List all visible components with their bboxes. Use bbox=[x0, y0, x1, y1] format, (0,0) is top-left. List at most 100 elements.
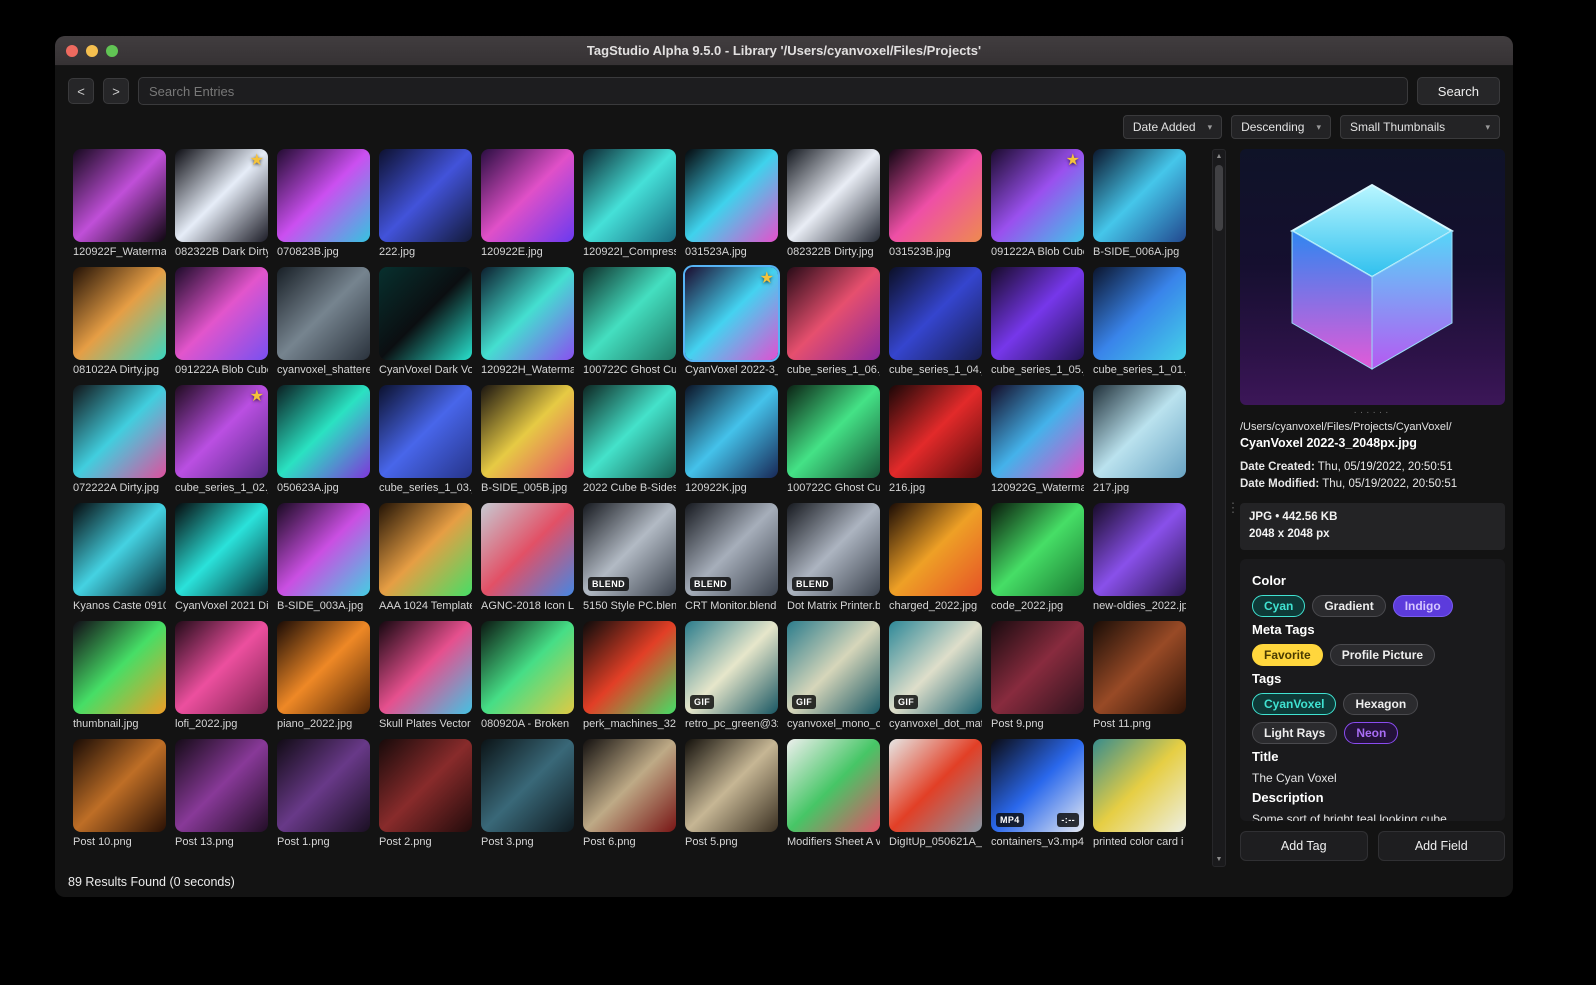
grid-item[interactable]: BLEND Dot Matrix Printer.b bbox=[787, 503, 880, 621]
grid-item[interactable]: Post 11.png bbox=[1093, 621, 1186, 739]
grid-item[interactable]: cube_series_1_06.j bbox=[787, 267, 880, 385]
tag-pill[interactable]: Indigo bbox=[1392, 595, 1453, 618]
thumbnail[interactable] bbox=[1093, 385, 1186, 478]
scrollbar-thumb[interactable] bbox=[1215, 165, 1223, 231]
thumbnail[interactable]: ★ bbox=[991, 149, 1084, 242]
tag-pill[interactable]: CyanVoxel bbox=[1252, 693, 1337, 716]
thumbnail[interactable] bbox=[787, 739, 880, 832]
grid-item[interactable]: cyanvoxel_shattere bbox=[277, 267, 370, 385]
tag-pill[interactable]: Favorite bbox=[1252, 644, 1323, 667]
thumbnail[interactable]: GIF bbox=[787, 621, 880, 714]
grid-item[interactable]: DigItUp_050621A_ bbox=[889, 739, 982, 857]
grid-item[interactable]: B-SIDE_005B.jpg bbox=[481, 385, 574, 503]
tag-pill[interactable]: Profile Picture bbox=[1329, 644, 1436, 667]
tag-pill[interactable]: Light Rays bbox=[1252, 722, 1338, 745]
grid-item[interactable]: CyanVoxel Dark Vox bbox=[379, 267, 472, 385]
forward-button[interactable]: > bbox=[103, 78, 129, 104]
thumbnail[interactable] bbox=[277, 621, 370, 714]
grid-item[interactable]: CyanVoxel 2021 Dis bbox=[175, 503, 268, 621]
grid-item[interactable]: 081022A Dirty.jpg bbox=[73, 267, 166, 385]
grid-item[interactable]: 222.jpg bbox=[379, 149, 472, 267]
grid-item[interactable]: B-SIDE_006A.jpg bbox=[1093, 149, 1186, 267]
grid-item[interactable]: charged_2022.jpg bbox=[889, 503, 982, 621]
thumbnail[interactable]: BLEND bbox=[685, 503, 778, 596]
thumbnail[interactable] bbox=[583, 385, 676, 478]
grid-item[interactable]: piano_2022.jpg bbox=[277, 621, 370, 739]
thumbnail[interactable] bbox=[991, 621, 1084, 714]
grid-item[interactable]: 120922H_Waterma bbox=[481, 267, 574, 385]
grid-item[interactable]: 100722C Ghost Cu bbox=[583, 267, 676, 385]
add-field-button[interactable]: Add Field bbox=[1377, 831, 1505, 861]
scroll-up-arrow-icon[interactable]: ▲ bbox=[1216, 150, 1223, 163]
thumbnail[interactable] bbox=[379, 739, 472, 832]
grid-item[interactable]: AGNC-2018 Icon Lo bbox=[481, 503, 574, 621]
thumbnail[interactable] bbox=[277, 503, 370, 596]
thumbnail[interactable] bbox=[889, 149, 982, 242]
thumbnail[interactable] bbox=[379, 267, 472, 360]
thumbnail[interactable] bbox=[175, 503, 268, 596]
thumbnail[interactable] bbox=[277, 267, 370, 360]
grid-item[interactable]: ★ CyanVoxel 2022-3_ bbox=[685, 267, 778, 385]
grid-item[interactable]: AAA 1024 Template bbox=[379, 503, 472, 621]
thumbnail[interactable] bbox=[481, 621, 574, 714]
grid-item[interactable]: 2022 Cube B-Sides bbox=[583, 385, 676, 503]
grid-item[interactable]: 120922K.jpg bbox=[685, 385, 778, 503]
grid-item[interactable]: 050623A.jpg bbox=[277, 385, 370, 503]
search-button[interactable]: Search bbox=[1416, 77, 1500, 105]
grid-item[interactable]: ★ 082322B Dark Dirty bbox=[175, 149, 268, 267]
thumbnail[interactable] bbox=[1093, 267, 1186, 360]
thumbnail[interactable] bbox=[481, 739, 574, 832]
grid-item[interactable]: perk_machines_32 bbox=[583, 621, 676, 739]
thumbnail[interactable] bbox=[379, 503, 472, 596]
grid-item[interactable]: 100722C Ghost Cu bbox=[787, 385, 880, 503]
grid-item[interactable]: 120922I_Compress bbox=[583, 149, 676, 267]
close-window-button[interactable] bbox=[66, 44, 78, 57]
grid-item[interactable]: printed color card i bbox=[1093, 739, 1186, 857]
thumbnail[interactable] bbox=[175, 739, 268, 832]
thumbnail[interactable] bbox=[73, 149, 166, 242]
grid-item[interactable]: Modifiers Sheet A v bbox=[787, 739, 880, 857]
grid-item[interactable]: 082322B Dirty.jpg bbox=[787, 149, 880, 267]
scroll-down-arrow-icon[interactable]: ▼ bbox=[1216, 853, 1223, 866]
tag-pill[interactable]: Cyan bbox=[1252, 595, 1306, 618]
grid-item[interactable]: Post 5.png bbox=[685, 739, 778, 857]
zoom-window-button[interactable] bbox=[106, 44, 118, 57]
grid-item[interactable]: Post 3.png bbox=[481, 739, 574, 857]
thumbnail[interactable] bbox=[889, 267, 982, 360]
grid-item[interactable]: 217.jpg bbox=[1093, 385, 1186, 503]
grid-item[interactable]: 120922G_Waterma bbox=[991, 385, 1084, 503]
preview-image[interactable] bbox=[1240, 149, 1505, 405]
tag-pill[interactable]: Gradient bbox=[1312, 595, 1386, 618]
thumbnail[interactable] bbox=[481, 267, 574, 360]
grid-item[interactable]: thumbnail.jpg bbox=[73, 621, 166, 739]
thumbnail[interactable] bbox=[1093, 621, 1186, 714]
grid-item[interactable]: B-SIDE_003A.jpg bbox=[277, 503, 370, 621]
thumbnail[interactable] bbox=[73, 385, 166, 478]
thumbnail[interactable] bbox=[277, 149, 370, 242]
panel-splitter[interactable]: ⋮ bbox=[1226, 149, 1240, 867]
thumbnail[interactable] bbox=[991, 503, 1084, 596]
thumbnail[interactable]: MP4 -:-- bbox=[991, 739, 1084, 832]
thumbnail[interactable] bbox=[991, 267, 1084, 360]
thumbnail-size-dropdown[interactable]: Small Thumbnails ▾ bbox=[1340, 115, 1500, 139]
thumbnail[interactable]: BLEND bbox=[583, 503, 676, 596]
thumbnail[interactable] bbox=[481, 503, 574, 596]
grid-item[interactable]: BLEND 5150 Style PC.blen bbox=[583, 503, 676, 621]
grid-item[interactable]: 072222A Dirty.jpg bbox=[73, 385, 166, 503]
grid-item[interactable]: 031523A.jpg bbox=[685, 149, 778, 267]
thumbnail[interactable]: BLEND bbox=[787, 503, 880, 596]
grid-item[interactable]: GIF cyanvoxel_mono_cr bbox=[787, 621, 880, 739]
thumbnail[interactable] bbox=[1093, 149, 1186, 242]
thumbnail[interactable] bbox=[73, 739, 166, 832]
thumbnail[interactable] bbox=[277, 385, 370, 478]
thumbnail[interactable] bbox=[379, 621, 472, 714]
grid-item[interactable]: 070823B.jpg bbox=[277, 149, 370, 267]
thumbnail[interactable] bbox=[73, 621, 166, 714]
thumbnail[interactable] bbox=[73, 503, 166, 596]
grid-item[interactable]: cube_series_1_03.j bbox=[379, 385, 472, 503]
thumbnail[interactable] bbox=[787, 149, 880, 242]
grid-item[interactable]: ★ 091222A Blob Cube bbox=[991, 149, 1084, 267]
thumbnail[interactable] bbox=[583, 739, 676, 832]
thumbnail[interactable] bbox=[583, 621, 676, 714]
grid-item[interactable]: Post 9.png bbox=[991, 621, 1084, 739]
